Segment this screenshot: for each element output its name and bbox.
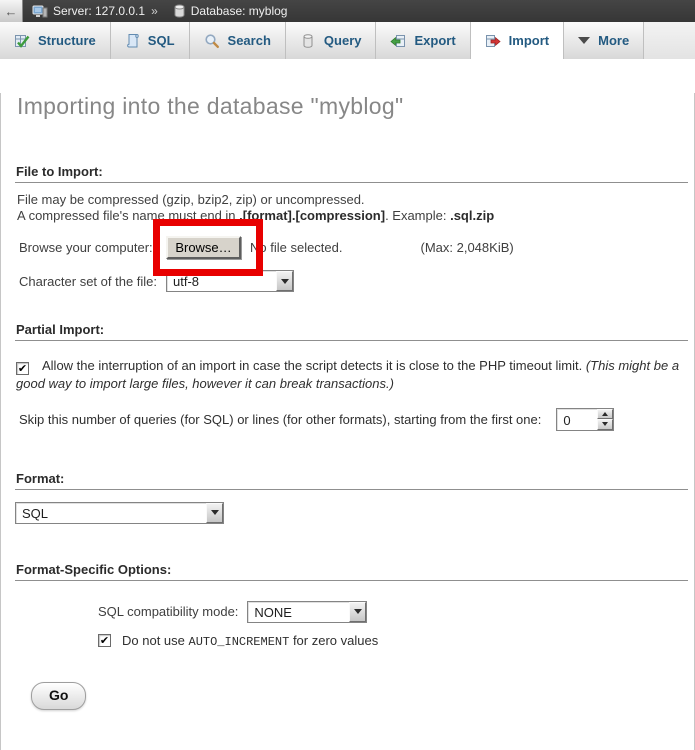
sql-icon bbox=[125, 33, 140, 49]
tab-label: Search bbox=[228, 33, 271, 48]
chevron-down-icon bbox=[578, 37, 590, 44]
browse-label: Browse your computer: bbox=[19, 240, 166, 255]
charset-row: Character set of the file: utf-8 bbox=[19, 270, 694, 292]
tab-import[interactable]: Import bbox=[471, 22, 564, 59]
skip-row: Skip this number of queries (for SQL) or… bbox=[19, 408, 694, 431]
format-dropdown[interactable]: SQL bbox=[15, 502, 224, 524]
structure-icon bbox=[14, 33, 30, 49]
tab-label: More bbox=[598, 33, 629, 48]
skip-queries-value: 0 bbox=[557, 409, 597, 430]
main-content: Importing into the database "myblog" Fil… bbox=[0, 93, 695, 750]
auto-increment-label: Do not use AUTO_INCREMENT for zero value… bbox=[122, 633, 378, 649]
format-dropdown-value: SQL bbox=[16, 503, 206, 523]
tab-label: SQL bbox=[148, 33, 175, 48]
tab-sql[interactable]: SQL bbox=[111, 22, 190, 59]
back-button[interactable]: ← bbox=[0, 0, 23, 22]
go-button[interactable]: Go bbox=[31, 682, 86, 710]
spinner-up-icon bbox=[602, 412, 608, 416]
dropdown-arrow-icon bbox=[281, 279, 289, 284]
skip-queries-label: Skip this number of queries (for SQL) or… bbox=[19, 412, 541, 427]
tab-search[interactable]: Search bbox=[190, 22, 286, 59]
format-row: SQL bbox=[15, 502, 694, 524]
dropdown-arrow-icon bbox=[211, 510, 219, 515]
spinner-down-icon bbox=[602, 422, 608, 426]
section-header-format-specific-options: Format-Specific Options: bbox=[15, 562, 688, 581]
import-icon bbox=[485, 33, 501, 49]
format-dropdown-arrow-button[interactable] bbox=[206, 503, 223, 523]
max-size-text: (Max: 2,048KiB) bbox=[421, 240, 514, 255]
tab-label: Query bbox=[324, 33, 362, 48]
section-header-file-to-import: File to Import: bbox=[15, 164, 688, 183]
tab-more[interactable]: More bbox=[564, 22, 644, 59]
tab-query[interactable]: Query bbox=[286, 22, 377, 59]
database-icon bbox=[173, 4, 186, 18]
charset-dropdown-value: utf-8 bbox=[167, 271, 276, 291]
section-header-partial-import: Partial Import: bbox=[15, 322, 688, 341]
server-icon bbox=[32, 4, 48, 19]
tab-label: Structure bbox=[38, 33, 96, 48]
tab-label: Export bbox=[414, 33, 455, 48]
export-icon bbox=[390, 33, 406, 49]
query-icon bbox=[300, 33, 316, 49]
compression-info-text: File may be compressed (gzip, bzip2, zip… bbox=[17, 192, 686, 223]
allow-interruption-label: Allow the interruption of an import in c… bbox=[42, 358, 586, 373]
charset-label: Character set of the file: bbox=[19, 274, 166, 289]
topbar: ← Server: 127.0.0.1 » Database: myblog bbox=[0, 0, 695, 22]
tab-structure[interactable]: Structure bbox=[0, 22, 111, 59]
sql-compatibility-dropdown-value: NONE bbox=[248, 602, 349, 622]
tabbar: Structure SQL Search Query bbox=[0, 22, 695, 59]
allow-interruption-row: Allow the interruption of an import in c… bbox=[16, 357, 684, 393]
skip-queries-input[interactable]: 0 bbox=[556, 408, 614, 431]
breadcrumb-database[interactable]: Database: myblog bbox=[191, 4, 288, 18]
dropdown-arrow-icon bbox=[354, 609, 362, 614]
sql-compatibility-label: SQL compatibility mode: bbox=[98, 604, 238, 619]
auto-increment-row: Do not use AUTO_INCREMENT for zero value… bbox=[98, 633, 694, 649]
auto-increment-code: AUTO_INCREMENT bbox=[189, 635, 290, 649]
breadcrumb-server[interactable]: Server: 127.0.0.1 bbox=[53, 4, 145, 18]
charset-dropdown-arrow-button[interactable] bbox=[276, 271, 293, 291]
tab-export[interactable]: Export bbox=[376, 22, 470, 59]
page-title: Importing into the database "myblog" bbox=[17, 93, 694, 120]
sql-compatibility-dropdown-arrow-button[interactable] bbox=[349, 602, 366, 622]
search-icon bbox=[204, 33, 220, 49]
browse-button[interactable]: Browse… bbox=[166, 236, 241, 259]
sql-compatibility-dropdown[interactable]: NONE bbox=[247, 601, 367, 623]
browse-row: Browse your computer: Browse… No file se… bbox=[19, 236, 694, 259]
sql-compatibility-row: SQL compatibility mode: NONE bbox=[98, 601, 694, 623]
back-arrow-icon: ← bbox=[5, 4, 18, 19]
section-header-format: Format: bbox=[15, 471, 688, 490]
allow-interruption-checkbox[interactable] bbox=[16, 362, 29, 375]
tab-label: Import bbox=[509, 33, 549, 48]
breadcrumb-separator: » bbox=[151, 4, 158, 18]
no-file-selected-text: No file selected. bbox=[250, 240, 343, 255]
spinner-down-button[interactable] bbox=[597, 419, 613, 430]
auto-increment-checkbox[interactable] bbox=[98, 634, 111, 647]
spinner-up-button[interactable] bbox=[597, 409, 613, 420]
charset-dropdown[interactable]: utf-8 bbox=[166, 270, 294, 292]
